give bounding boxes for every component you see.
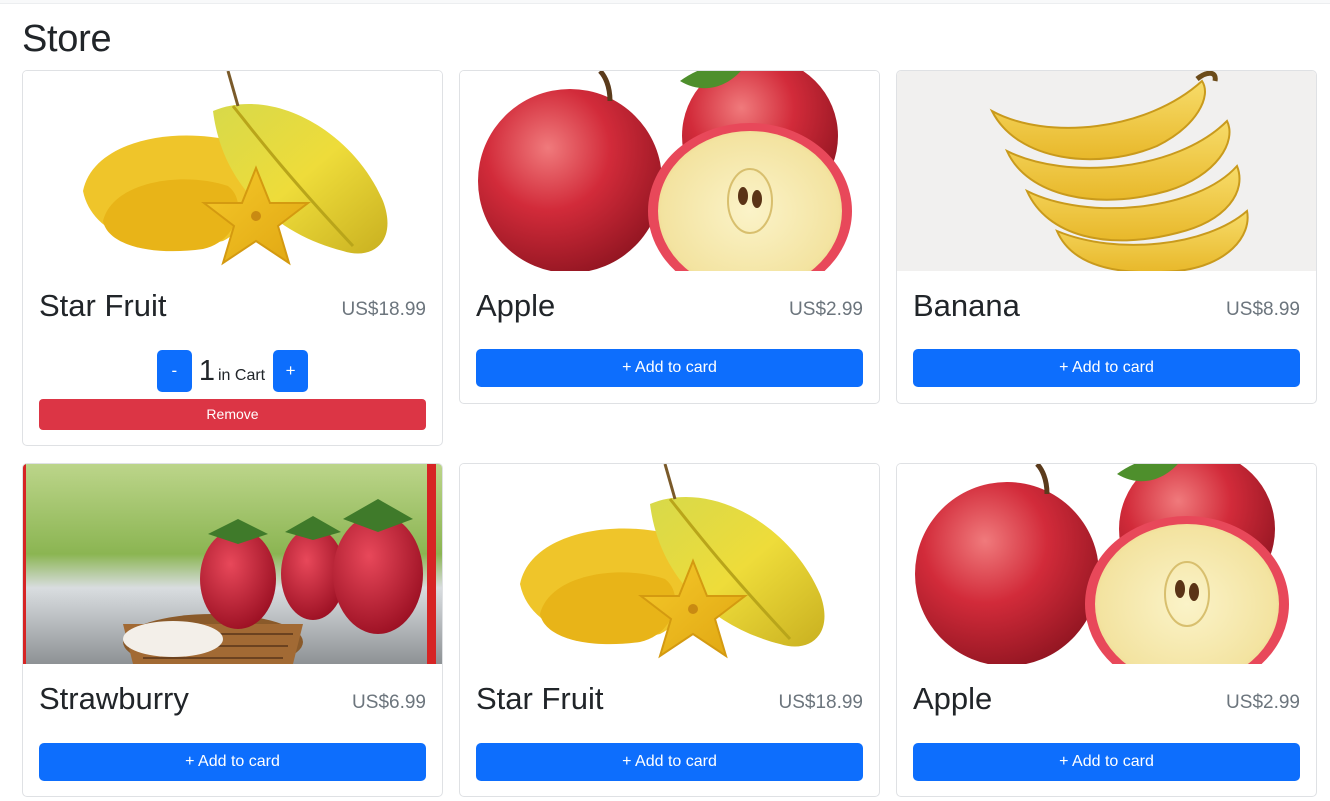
product-name: Apple [476,288,556,323]
star-fruit-image [460,464,879,664]
remove-button[interactable]: Remove [39,399,426,430]
strawberry-image [23,464,442,664]
in-cart-label: in Cart [218,367,266,384]
product-price: US$18.99 [341,299,426,320]
apple-image [460,71,879,271]
product-price: US$2.99 [789,299,863,320]
add-to-cart-button[interactable]: + Add to card [913,743,1300,781]
add-to-cart-button[interactable]: + Add to card [913,349,1300,387]
product-name: Star Fruit [476,681,604,716]
product-card: Star Fruit US$18.99 - 1 in Cart + Remove [22,70,443,446]
product-name: Star Fruit [39,288,167,323]
product-name: Strawburry [39,681,189,716]
product-card: Apple US$2.99 + Add to card [896,463,1317,797]
quantity-value: 1 [198,355,215,387]
product-name: Banana [913,288,1020,323]
product-price: US$18.99 [778,692,863,713]
page-title: Store [22,18,112,60]
cart-quantity-control: - 1 in Cart + [23,350,442,392]
product-card: Apple US$2.99 + Add to card [459,70,880,404]
banana-image [897,71,1316,271]
add-to-cart-button[interactable]: + Add to card [476,349,863,387]
top-border [0,0,1330,4]
product-card: Strawburry US$6.99 + Add to card [22,463,443,797]
decrease-quantity-button[interactable]: - [156,350,192,392]
product-price: US$2.99 [1226,692,1300,713]
product-card: Banana US$8.99 + Add to card [896,70,1317,404]
add-to-cart-button[interactable]: + Add to card [476,743,863,781]
product-price: US$6.99 [352,692,426,713]
star-fruit-image [23,71,442,271]
add-to-cart-button[interactable]: + Add to card [39,743,426,781]
apple-image [897,464,1316,664]
product-price: US$8.99 [1226,299,1300,320]
cart-quantity: 1 in Cart [199,350,265,392]
product-name: Apple [913,681,993,716]
product-card: Star Fruit US$18.99 + Add to card [459,463,880,797]
increase-quantity-button[interactable]: + [273,350,309,392]
